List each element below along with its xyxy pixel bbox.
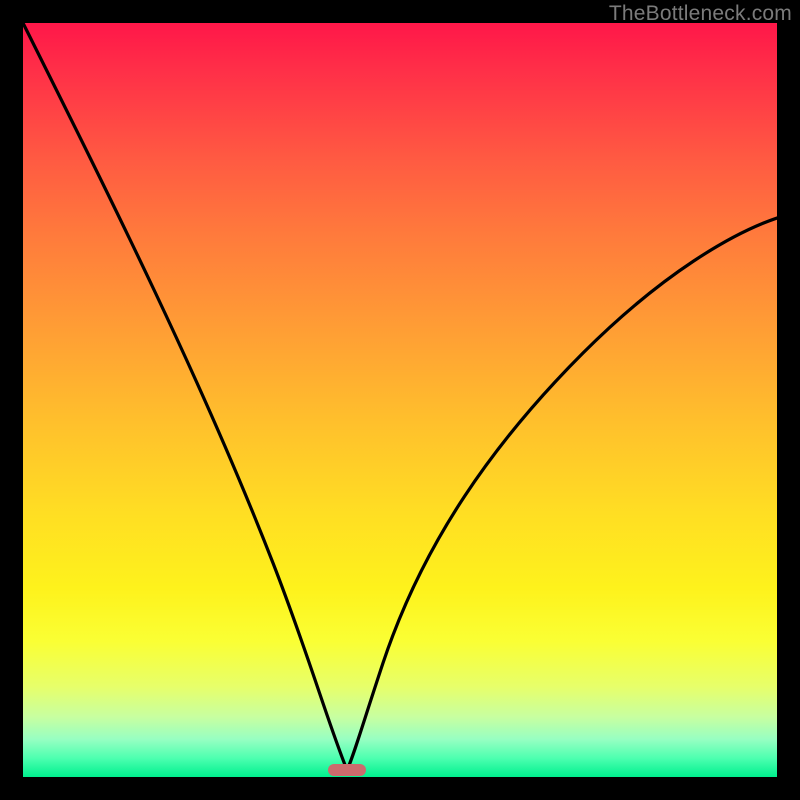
curve-svg: [23, 23, 777, 777]
watermark-text: TheBottleneck.com: [609, 2, 792, 26]
plot-area: [23, 23, 777, 777]
bottleneck-curve: [23, 23, 777, 770]
minimum-marker: [328, 764, 366, 776]
